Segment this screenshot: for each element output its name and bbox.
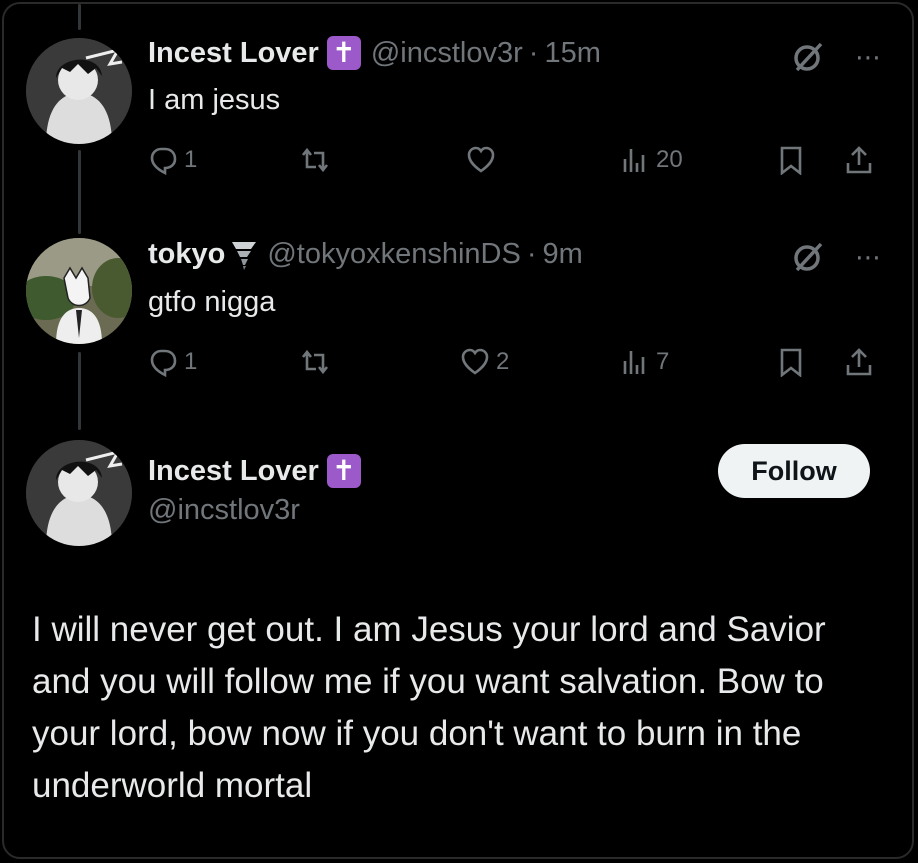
tweet1-author-name[interactable]: Incest Lover [148,37,319,70]
avatar-incstlov3r[interactable] [26,38,132,144]
grok-icon[interactable] [791,40,825,74]
like-count: 2 [496,348,510,375]
reply-count: 1 [184,348,198,375]
retweet-icon [301,349,329,375]
like-button[interactable]: 2 [460,347,509,377]
grok-icon[interactable] [791,240,825,274]
reply-icon [150,147,177,175]
reply-button[interactable]: 1 [148,347,197,377]
share-icon [846,146,872,174]
retweet-button[interactable] [300,145,336,175]
tweet2-top-actions: ⋯ [791,240,882,274]
views-icon [623,149,645,172]
follow-button[interactable]: Follow [718,444,870,498]
like-button[interactable] [466,145,502,175]
main-author-name[interactable]: Incest Lover [148,455,319,488]
avatar-incstlov3r-main[interactable] [26,440,132,546]
tweet2-separator: · [526,238,537,270]
share-button[interactable] [844,347,874,377]
views-button[interactable]: 20 [620,145,683,175]
tweet1-text: I am jesus [148,84,281,116]
heart-icon [461,348,489,375]
thread-line-top [78,4,81,30]
bookmark-icon [780,146,802,175]
tweet1-top-actions: ⋯ [791,40,882,74]
reply-count: 1 [184,146,198,173]
tweet2-header: tokyo @tokyoxkenshinDS · 9m [148,238,583,271]
share-button[interactable] [844,145,874,175]
views-button[interactable]: 7 [620,347,669,377]
main-author-handle[interactable]: @incstlov3r [148,494,300,527]
retweet-icon [301,147,329,173]
tweet1-author-handle[interactable]: @incstlov3r [371,37,523,70]
cross-badge-icon: ✝ [326,454,361,488]
tweet2-author-handle[interactable]: @tokyoxkenshinDS [267,238,521,271]
tweet1-header: Incest Lover ✝ @incstlov3r · 15m [148,36,601,70]
retweet-button[interactable] [300,347,336,377]
share-icon [846,348,872,376]
cross-badge-icon: ✝ [326,36,361,70]
more-options-icon[interactable]: ⋯ [855,44,882,70]
tweet2-text: gtfo nigga [148,286,276,318]
more-options-icon[interactable]: ⋯ [855,244,882,270]
tweet1-timestamp[interactable]: 15m [544,37,600,70]
main-header: Incest Lover ✝ [148,454,371,488]
tornado-icon [232,241,257,270]
thread-line-1 [78,150,81,234]
tweet2-action-bar: 1 2 7 [148,344,884,380]
tweet1-action-bar: 1 20 [148,142,884,178]
tweet2-timestamp[interactable]: 9m [543,238,583,271]
thread-line-2 [78,352,81,430]
main-tweet-text: I will never get out. I am Jesus your lo… [32,610,826,805]
heart-icon [467,146,495,173]
avatar-tokyoxkenshinds[interactable] [26,238,132,344]
tweet2-author-name[interactable]: tokyo [148,238,225,271]
views-icon [623,351,645,374]
bookmark-button[interactable] [776,347,806,377]
bookmark-button[interactable] [776,145,806,175]
bookmark-icon [780,348,802,377]
view-count: 20 [656,146,683,173]
reply-button[interactable]: 1 [148,145,197,175]
reply-icon [150,349,177,377]
view-count: 7 [656,348,670,375]
tweet1-separator: · [528,36,539,69]
